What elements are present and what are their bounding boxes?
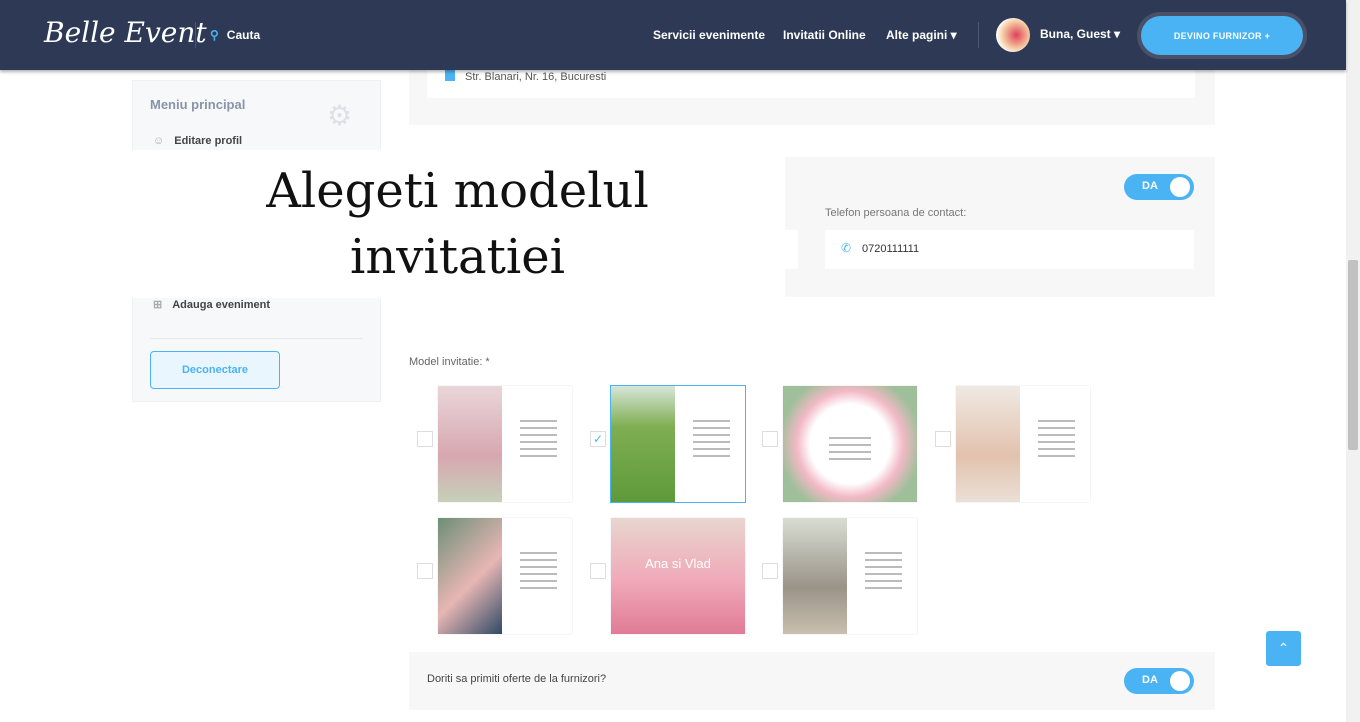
- map-icon: [445, 69, 455, 81]
- caption-overlay: Alegeti modelul invitatiei: [130, 150, 785, 298]
- phone-label: Telefon persoana de contact:: [825, 207, 967, 219]
- gear-icon: ⚙: [327, 100, 353, 131]
- phone-value: 0720111111: [862, 243, 920, 255]
- search-icon: ⚲: [210, 28, 219, 42]
- scroll-to-top-button[interactable]: ⌃: [1266, 631, 1301, 666]
- nav-invitatii[interactable]: Invitatii Online: [783, 28, 866, 42]
- model-option-2[interactable]: ✓: [590, 385, 750, 503]
- scrollbar[interactable]: [1346, 0, 1360, 722]
- checkbox-checked[interactable]: ✓: [590, 431, 606, 447]
- top-navbar: Belle Event ⚲ Cauta Servicii evenimente I…: [0, 0, 1346, 70]
- phone-field[interactable]: ✆ 0720111111: [825, 230, 1194, 269]
- caption-line: invitatiei: [349, 229, 566, 285]
- invitation-thumbnail[interactable]: [783, 386, 917, 502]
- search-label: Cauta: [226, 28, 261, 42]
- user-menu[interactable]: Buna, Guest ▾: [1040, 27, 1120, 41]
- deconectare-button[interactable]: Deconectare: [150, 351, 280, 389]
- model-option-5[interactable]: [417, 518, 577, 634]
- model-option-7[interactable]: [762, 518, 922, 634]
- offers-question: Doriti sa primiti oferte de la furnizori…: [427, 673, 607, 685]
- checkbox[interactable]: [762, 563, 778, 579]
- toggle-label: DA: [1142, 180, 1158, 192]
- sidebar-item-adauga-eveniment[interactable]: ⊞ Adauga eveniment: [153, 298, 270, 311]
- sidebar-title: Meniu principal: [150, 97, 246, 112]
- scrollbar-thumb[interactable]: [1348, 260, 1358, 450]
- avatar[interactable]: [996, 18, 1030, 52]
- caption-line: Alegeti modelul: [266, 163, 649, 219]
- contact-toggle[interactable]: DA: [1124, 174, 1194, 200]
- offers-card: Doriti sa primiti oferte de la furnizori…: [409, 652, 1215, 710]
- nav-servicii[interactable]: Servicii evenimente: [653, 28, 765, 42]
- sidebar-item-editare-profil[interactable]: ☺ Editare profil: [153, 135, 242, 147]
- search-button[interactable]: ⚲ Cauta: [210, 28, 260, 42]
- cta-label: DEVINO FURNIZOR +: [1141, 16, 1303, 55]
- thumbnail-text: Ana si Vlad: [645, 556, 711, 571]
- invitation-thumbnail[interactable]: [610, 385, 746, 503]
- checkbox[interactable]: [762, 431, 778, 447]
- deconectare-label: Deconectare: [181, 364, 249, 376]
- divider: [978, 22, 979, 48]
- offers-toggle[interactable]: DA: [1124, 668, 1194, 694]
- checkbox[interactable]: [935, 431, 951, 447]
- sidebar-item-label: Editare profil: [174, 135, 243, 147]
- toggle-knob: [1170, 671, 1190, 691]
- plus-square-icon: ⊞: [153, 299, 163, 311]
- model-option-1[interactable]: [417, 386, 577, 502]
- sidebar-item-label: Adauga eveniment: [172, 299, 271, 311]
- model-option-3[interactable]: [762, 386, 922, 502]
- model-option-4[interactable]: [935, 386, 1095, 502]
- nav-alte-pagini[interactable]: Alte pagini ▾: [886, 28, 957, 42]
- invitation-thumbnail[interactable]: Ana si Vlad: [611, 518, 745, 634]
- chevron-up-icon: ⌃: [1277, 640, 1290, 656]
- toggle-label: DA: [1142, 674, 1158, 686]
- divider: [150, 338, 363, 339]
- invitation-thumbnail[interactable]: [438, 518, 572, 634]
- phone-icon: ✆: [841, 241, 852, 255]
- address-value: Str. Blanari, Nr. 16, Bucuresti: [465, 71, 607, 83]
- divider: [195, 22, 196, 48]
- model-option-6[interactable]: Ana si Vlad: [590, 518, 750, 634]
- user-icon: ☺: [153, 135, 165, 147]
- checkbox[interactable]: [417, 563, 433, 579]
- logo[interactable]: Belle Event: [44, 16, 207, 49]
- checkbox[interactable]: [417, 431, 433, 447]
- toggle-knob: [1170, 177, 1190, 197]
- model-label: Model invitatie: *: [409, 356, 490, 368]
- invitation-thumbnail[interactable]: [956, 386, 1090, 502]
- invitation-thumbnail[interactable]: [783, 518, 917, 634]
- devino-furnizor-button[interactable]: DEVINO FURNIZOR +: [1137, 12, 1307, 59]
- checkbox[interactable]: [590, 563, 606, 579]
- invitation-thumbnail[interactable]: [438, 386, 572, 502]
